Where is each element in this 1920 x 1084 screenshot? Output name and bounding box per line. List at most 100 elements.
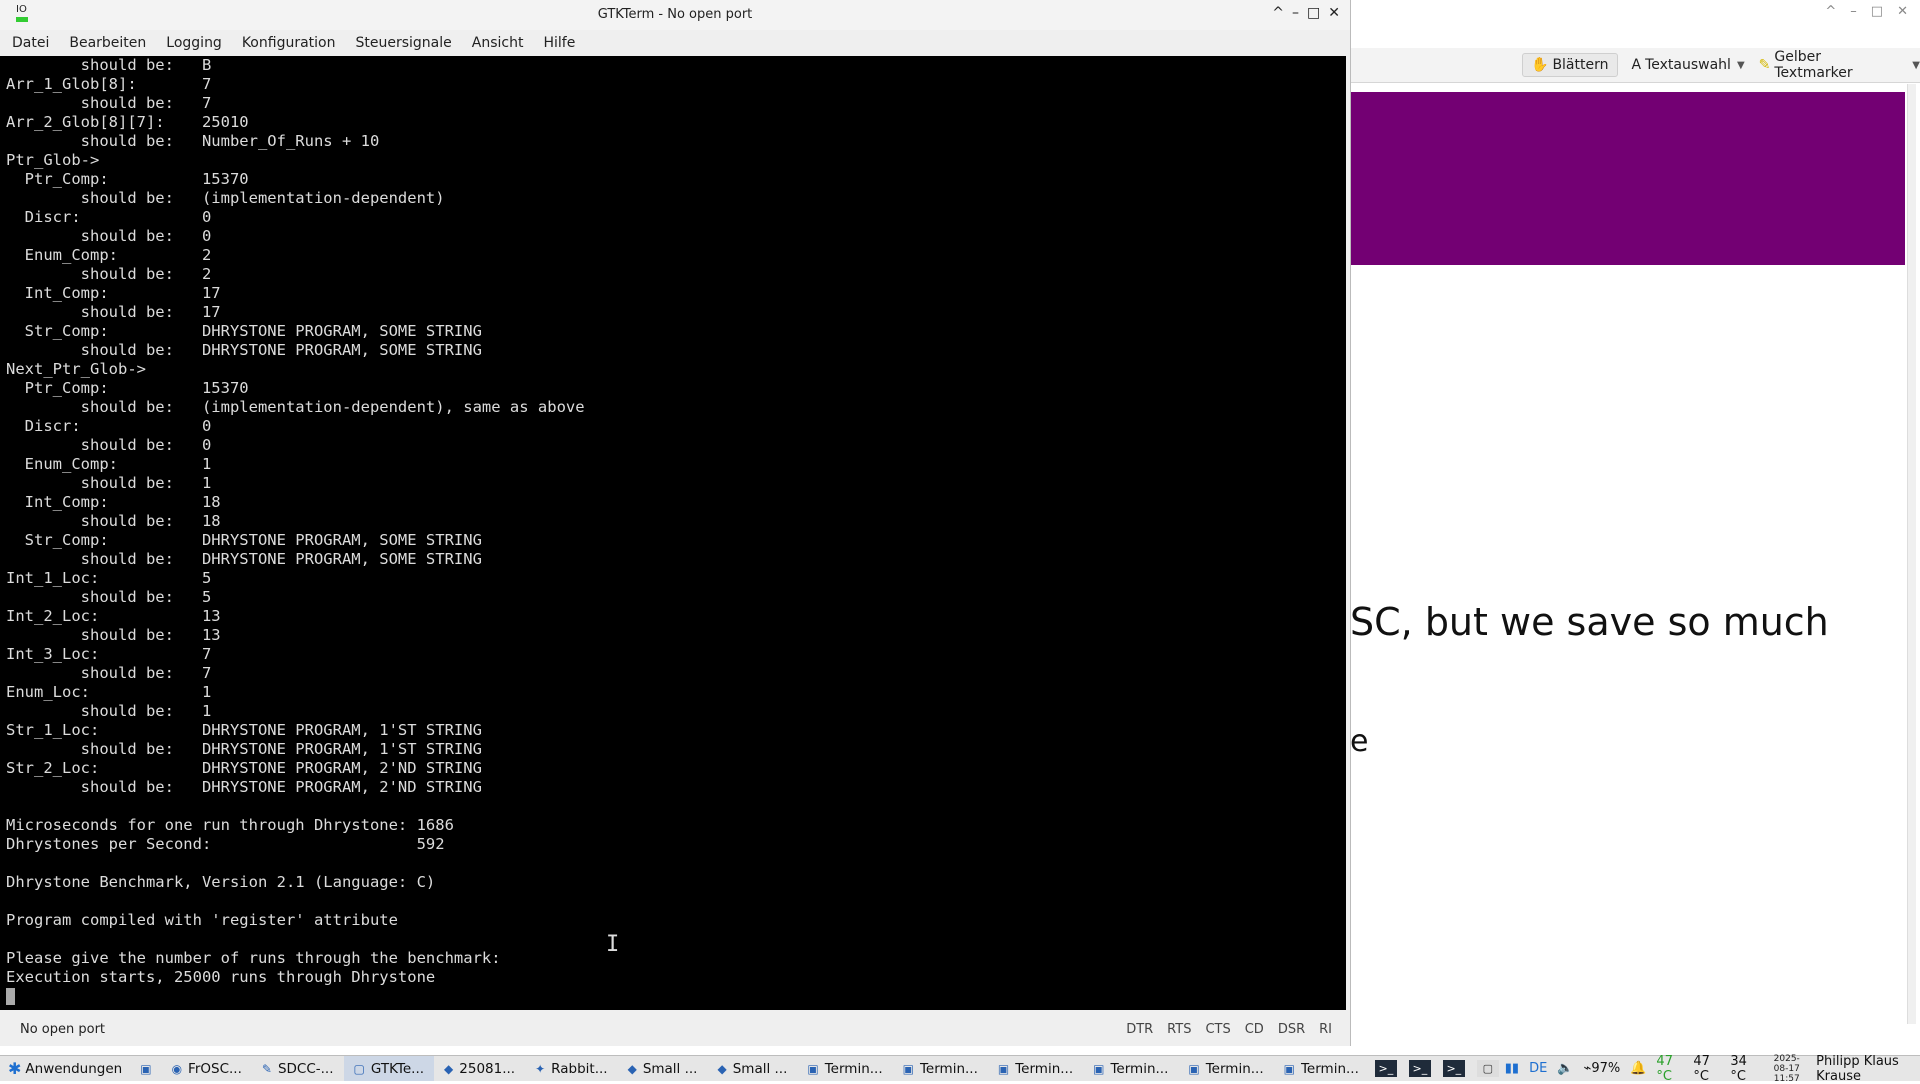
signal-cts: CTS xyxy=(1205,1021,1231,1037)
shade-button[interactable]: ^ xyxy=(1272,5,1284,21)
viewer-scrollbar[interactable] xyxy=(1907,84,1916,1024)
terminal-line: Program compiled with 'register' attribu… xyxy=(6,911,398,929)
terminal-line: Enum_Comp: 1 xyxy=(6,455,212,473)
menu-bearbeiten[interactable]: Bearbeiten xyxy=(57,35,154,51)
terminal-line: Ptr_Comp: 15370 xyxy=(6,379,249,397)
battery-percent: 97% xyxy=(1591,1061,1621,1076)
terminal-line: Int_Comp: 18 xyxy=(6,493,221,511)
slide-text-fragment: e xyxy=(1350,724,1369,759)
terminal-line: should be: 18 xyxy=(6,512,221,530)
terminal-line: should be: 13 xyxy=(6,626,221,644)
taskbar-task[interactable]: ✦ Rabbit... xyxy=(525,1056,617,1081)
taskbar-task[interactable]: ▣ Termin... xyxy=(1083,1056,1178,1081)
volume-icon[interactable]: 🔈 xyxy=(1557,1061,1573,1076)
terminal-line: should be: Number_Of_Runs + 10 xyxy=(6,132,380,150)
slide-text: SC, but we save so much xyxy=(1350,600,1829,644)
terminal-launcher-icon[interactable]: >_ xyxy=(1408,1060,1431,1077)
taskbar-task[interactable]: ▣ Termin... xyxy=(988,1056,1083,1081)
user-name[interactable]: Philipp Klaus Krause xyxy=(1816,1054,1914,1084)
terminal-line: Please give the number of runs through t… xyxy=(6,949,501,967)
terminal-line: should be: DHRYSTONE PROGRAM, SOME STRIN… xyxy=(6,550,482,568)
clock-time: 11:57 xyxy=(1773,1073,1800,1084)
terminal-cursor xyxy=(6,988,15,1005)
menu-ansicht[interactable]: Ansicht xyxy=(460,35,532,51)
terminal-line: Dhrystones per Second: 592 xyxy=(6,835,445,853)
terminal-line: should be: DHRYSTONE PROGRAM, 2'ND STRIN… xyxy=(6,778,482,796)
menu-steuersignale[interactable]: Steuersignale xyxy=(343,35,459,51)
viewer-toolbar: ✋ Blättern A Textauswahl ▼ ✎ Gelber Text… xyxy=(1350,48,1920,83)
task-app-icon: ▢ xyxy=(353,1061,365,1076)
scroll-mode-button[interactable]: ✋ Blättern xyxy=(1522,53,1618,77)
terminal-launcher-icon[interactable]: >_ xyxy=(1374,1060,1397,1077)
terminal-line: Int_1_Loc: 5 xyxy=(6,569,212,587)
task-label: 25081... xyxy=(459,1060,516,1077)
menu-datei[interactable]: Datei xyxy=(0,35,57,51)
text-selection-button[interactable]: A Textauswahl xyxy=(1624,54,1739,76)
show-desktop-button[interactable]: ▣ xyxy=(130,1056,161,1081)
battery-status[interactable]: ⌁97% xyxy=(1584,1061,1621,1076)
viewer-close-button[interactable]: ✕ xyxy=(1897,4,1908,19)
task-label: Termin... xyxy=(1205,1060,1264,1077)
title-bar[interactable]: IO GTKTerm - No open port ^ – □ ✕ xyxy=(0,0,1350,30)
terminal-line: Next_Ptr_Glob-> xyxy=(6,360,146,378)
task-label: GTKTe... xyxy=(370,1060,425,1077)
terminal-line: Str_Comp: DHRYSTONE PROGRAM, SOME STRING xyxy=(6,322,482,340)
keyboard-layout[interactable]: DE xyxy=(1529,1061,1547,1076)
taskbar-task[interactable]: ▢ GTKTe... xyxy=(343,1056,435,1081)
task-app-icon: ✎ xyxy=(261,1061,272,1076)
minimize-button[interactable]: – xyxy=(1292,5,1299,21)
task-app-icon: ◉ xyxy=(171,1061,183,1076)
chevron-down-icon[interactable]: ▼ xyxy=(1912,60,1920,71)
viewer-minimize-button[interactable]: – xyxy=(1850,4,1857,19)
applications-menu-button[interactable]: ✱ Anwendungen xyxy=(0,1059,130,1078)
terminal-area[interactable]: should be: B Arr_1_Glob[8]: 7 should be:… xyxy=(0,56,1346,1010)
terminal-line: should be: 5 xyxy=(6,588,212,606)
task-app-icon: ▣ xyxy=(807,1061,819,1076)
temperature-2: 47 °C xyxy=(1693,1053,1710,1084)
taskbar-task[interactable]: ◆ Small ... xyxy=(618,1056,708,1081)
system-tray: ▮▮ DE 🔈 ⌁97% 🔔 47 °C 47 °C 34 °C 2025-08… xyxy=(1505,1054,1920,1084)
menu-hilfe[interactable]: Hilfe xyxy=(531,35,583,51)
desktop-icon: ▣ xyxy=(140,1061,152,1076)
taskbar-task[interactable]: ▣ Termin... xyxy=(797,1056,892,1081)
maximize-button[interactable]: □ xyxy=(1307,5,1320,21)
taskbar-task[interactable]: ◆ Small ... xyxy=(707,1056,797,1081)
taskbar-task[interactable]: ✎ SDCC-... xyxy=(252,1056,344,1081)
temperature-3: 34 °C xyxy=(1730,1053,1747,1084)
workspace-icon[interactable]: ▢ xyxy=(1476,1060,1499,1077)
task-label: Termin... xyxy=(919,1060,978,1077)
taskbar-task[interactable]: ◆ 25081... xyxy=(434,1056,525,1081)
hand-icon: ✋ xyxy=(1531,57,1549,73)
task-label: Termin... xyxy=(824,1060,883,1077)
temperature-1: 47 °C xyxy=(1656,1053,1673,1084)
signal-cd: CD xyxy=(1244,1021,1264,1037)
menu-logging[interactable]: Logging xyxy=(154,35,230,51)
slide-header-bar xyxy=(1350,92,1905,265)
terminal-launcher-icon[interactable]: >_ xyxy=(1442,1060,1465,1077)
menu-konfiguration[interactable]: Konfiguration xyxy=(230,35,344,51)
terminal-line: Str_Comp: DHRYSTONE PROGRAM, SOME STRING xyxy=(6,531,482,549)
terminal-line: Microseconds for one run through Dhrysto… xyxy=(6,816,454,834)
status-bar: No open port DTR RTS CTS CD DSR RI xyxy=(0,1014,1350,1044)
close-button[interactable]: ✕ xyxy=(1328,5,1340,21)
signal-dsr: DSR xyxy=(1277,1021,1306,1037)
chevron-down-icon[interactable]: ▼ xyxy=(1737,60,1745,71)
terminal-line: should be: DHRYSTONE PROGRAM, SOME STRIN… xyxy=(6,341,482,359)
control-signals: DTR RTS CTS CD DSR RI xyxy=(1126,1022,1332,1037)
text-cursor-icon: I xyxy=(606,932,620,957)
taskbar-task[interactable]: ▣ Termin... xyxy=(1274,1056,1369,1081)
window-controls: ^ – □ ✕ xyxy=(1272,5,1340,21)
taskbar-task[interactable]: ▣ Termin... xyxy=(1178,1056,1273,1081)
notification-bell-icon[interactable]: 🔔 xyxy=(1630,1061,1646,1076)
terminal-line: Dhrystone Benchmark, Version 2.1 (Langua… xyxy=(6,873,436,891)
terminal-line: Ptr_Glob-> xyxy=(6,151,100,169)
text-cursor-icon: A xyxy=(1631,57,1642,73)
clock[interactable]: 2025-08-17 11:57 xyxy=(1767,1054,1806,1084)
taskbar-task[interactable]: ▣ Termin... xyxy=(893,1056,988,1081)
highlighter-icon: ✎ xyxy=(1758,57,1771,73)
viewer-shade-button[interactable]: ^ xyxy=(1825,4,1836,19)
terminal-line: Discr: 0 xyxy=(6,208,212,226)
viewer-maximize-button[interactable]: □ xyxy=(1871,4,1883,19)
highlighter-button[interactable]: ✎ Gelber Textmarker xyxy=(1751,46,1907,84)
taskbar-task[interactable]: ◉ FrOSC... xyxy=(162,1056,252,1081)
